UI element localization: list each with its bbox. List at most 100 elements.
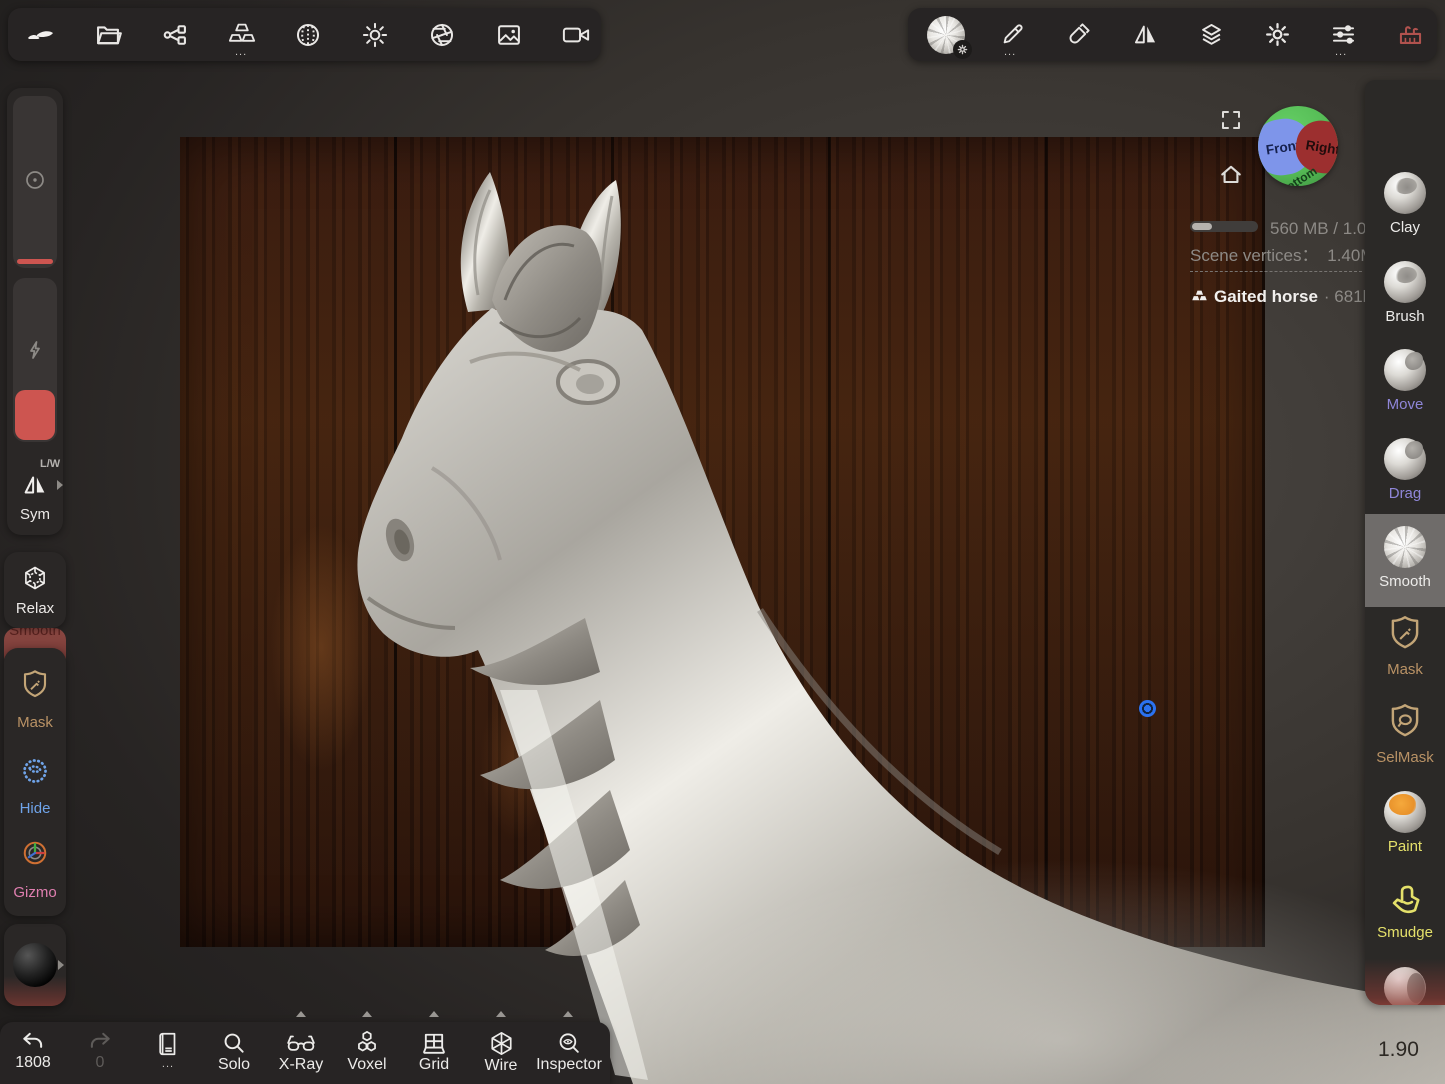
xray-options-arrow[interactable] <box>296 1011 306 1017</box>
inspector-label: Inspector <box>532 1056 606 1074</box>
lighting-sun-icon[interactable] <box>359 21 391 49</box>
tool-smooth[interactable]: Smooth <box>1365 520 1445 610</box>
files-folder-icon[interactable] <box>92 21 124 49</box>
nomad-logo[interactable] <box>21 20 61 50</box>
smooth-tool-icon <box>1384 526 1426 568</box>
matcap-menu-icon[interactable] <box>292 21 324 49</box>
multires-more-dots: ... <box>235 46 247 58</box>
sym-expand-arrow[interactable] <box>57 480 63 490</box>
wire-options-arrow[interactable] <box>496 1011 506 1017</box>
redo-count: 0 <box>77 1054 123 1072</box>
xray-button[interactable]: X-Ray <box>272 1028 330 1082</box>
undo-icon <box>20 1030 46 1054</box>
inspector-button[interactable]: Inspector <box>532 1028 606 1082</box>
postprocess-aperture-icon[interactable] <box>426 21 458 49</box>
sym-button[interactable]: L/W Sym <box>7 450 63 530</box>
tool-selmask[interactable]: SelMask <box>1365 696 1445 786</box>
solo-label: Solo <box>208 1056 260 1074</box>
redo-button[interactable]: 0 <box>77 1028 123 1082</box>
mask-hide-gizmo-panel: Mask Hide Gizmo <box>4 648 66 916</box>
current-material-sphere[interactable] <box>13 943 57 987</box>
scene-object-name: Gaited horse <box>1214 287 1318 307</box>
app-screen: 1.90 Front Right Bottom 560 MB / 1.09 G … <box>0 0 1445 1084</box>
brush-settings-panel: L/W Sym <box>7 88 63 535</box>
hide-tool[interactable]: Hide <box>4 748 66 824</box>
mask-shield-icon-right <box>1385 614 1425 656</box>
selmask-tool-label: SelMask <box>1376 749 1434 766</box>
viewport-canvas[interactable]: 1.90 Front Right Bottom 560 MB / 1.09 G … <box>0 0 1445 1084</box>
radius-slider-fill <box>17 259 53 264</box>
smooth-tool-label: Smooth <box>1379 573 1431 590</box>
drag-tool-icon <box>1384 438 1426 480</box>
clay-tool-icon <box>1384 172 1426 214</box>
grid-icon <box>420 1031 448 1056</box>
symmetry-mirror-icon[interactable] <box>1130 20 1160 48</box>
clay-tool-label: Clay <box>1390 219 1420 236</box>
scene-object-row[interactable]: Gaited horse · 681k <box>1191 287 1371 307</box>
active-tool-sliver-label: Smooth <box>4 628 66 639</box>
material-preview-panel[interactable] <box>4 924 66 1006</box>
material-expand-arrow[interactable] <box>58 960 64 970</box>
mask-shield-icon <box>19 668 51 704</box>
radius-icon <box>23 168 47 192</box>
gizmo-icon <box>20 838 50 868</box>
tool-brush[interactable]: Brush <box>1365 255 1445 345</box>
sym-corner-label: L/W <box>40 458 60 470</box>
smudge-tool-label: Smudge <box>1377 924 1433 941</box>
xray-label: X-Ray <box>272 1056 330 1074</box>
move-tool-label: Move <box>1387 396 1424 413</box>
toolbox-icon[interactable] <box>1395 20 1425 48</box>
mask-label-left: Mask <box>4 714 66 731</box>
stats-separator <box>1190 271 1362 272</box>
undo-count: 1808 <box>10 1054 56 1072</box>
tool-planar[interactable]: Planar <box>1365 961 1445 1005</box>
selmask-shield-icon <box>1385 702 1425 744</box>
history-more-dots: ... <box>145 1058 191 1070</box>
wire-button[interactable]: Wire <box>474 1028 528 1082</box>
tool-smudge[interactable]: Smudge <box>1365 873 1445 963</box>
brush-tool-label: Brush <box>1385 308 1424 325</box>
top-right-toolbar: ... ... <box>908 8 1437 61</box>
home-view-icon[interactable] <box>1216 160 1246 190</box>
redo-icon <box>87 1030 113 1054</box>
mesh-layers-icon <box>1191 290 1208 305</box>
tool-drag[interactable]: Drag <box>1365 432 1445 522</box>
fullscreen-icon[interactable] <box>1217 106 1245 134</box>
node-graph-icon[interactable] <box>159 21 191 49</box>
paint-brush-icon[interactable] <box>1063 20 1093 48</box>
history-button[interactable]: ... <box>145 1028 191 1082</box>
grid-options-arrow[interactable] <box>429 1011 439 1017</box>
grid-button[interactable]: Grid <box>408 1028 460 1082</box>
material-sphere-button[interactable] <box>926 15 966 55</box>
top-left-toolbar: ... <box>8 8 601 61</box>
multiresolution-icon[interactable] <box>225 21 259 49</box>
stroke-pencil-icon[interactable] <box>997 20 1027 48</box>
intensity-slider[interactable] <box>13 278 57 442</box>
tool-move[interactable]: Move <box>1365 343 1445 433</box>
relax-panel[interactable]: Relax <box>4 552 66 628</box>
mask-tool-left[interactable]: Mask <box>4 662 66 738</box>
camera-video-icon[interactable] <box>559 21 593 49</box>
inspector-options-arrow[interactable] <box>563 1011 573 1017</box>
undo-button[interactable]: 1808 <box>10 1028 56 1082</box>
zoom-level: 1.90 <box>1378 1038 1419 1062</box>
bottom-toolbar: 1808 0 ... Solo X-Ray <box>0 1022 610 1084</box>
memory-usage-fill <box>1192 223 1212 230</box>
radius-slider[interactable] <box>13 96 57 268</box>
relax-web-icon <box>21 564 49 592</box>
solo-button[interactable]: Solo <box>208 1028 260 1082</box>
material-gear-badge[interactable] <box>953 40 972 59</box>
mask-tool-label: Mask <box>1387 661 1423 678</box>
memory-usage-bar <box>1190 221 1258 232</box>
voxel-options-arrow[interactable] <box>362 1011 372 1017</box>
settings-gear-icon[interactable] <box>1262 20 1292 48</box>
background-image-icon[interactable] <box>493 21 525 49</box>
voxel-button[interactable]: Voxel <box>340 1028 394 1082</box>
orientation-sphere[interactable]: Front Right Bottom <box>1258 106 1338 186</box>
layers-icon[interactable] <box>1196 20 1226 48</box>
tool-clay[interactable]: Clay <box>1365 166 1445 256</box>
interface-sliders-icon[interactable] <box>1328 20 1358 48</box>
gizmo-tool[interactable]: Gizmo <box>4 832 66 908</box>
tool-mask[interactable]: Mask <box>1365 608 1445 698</box>
tool-paint[interactable]: Paint <box>1365 785 1445 875</box>
